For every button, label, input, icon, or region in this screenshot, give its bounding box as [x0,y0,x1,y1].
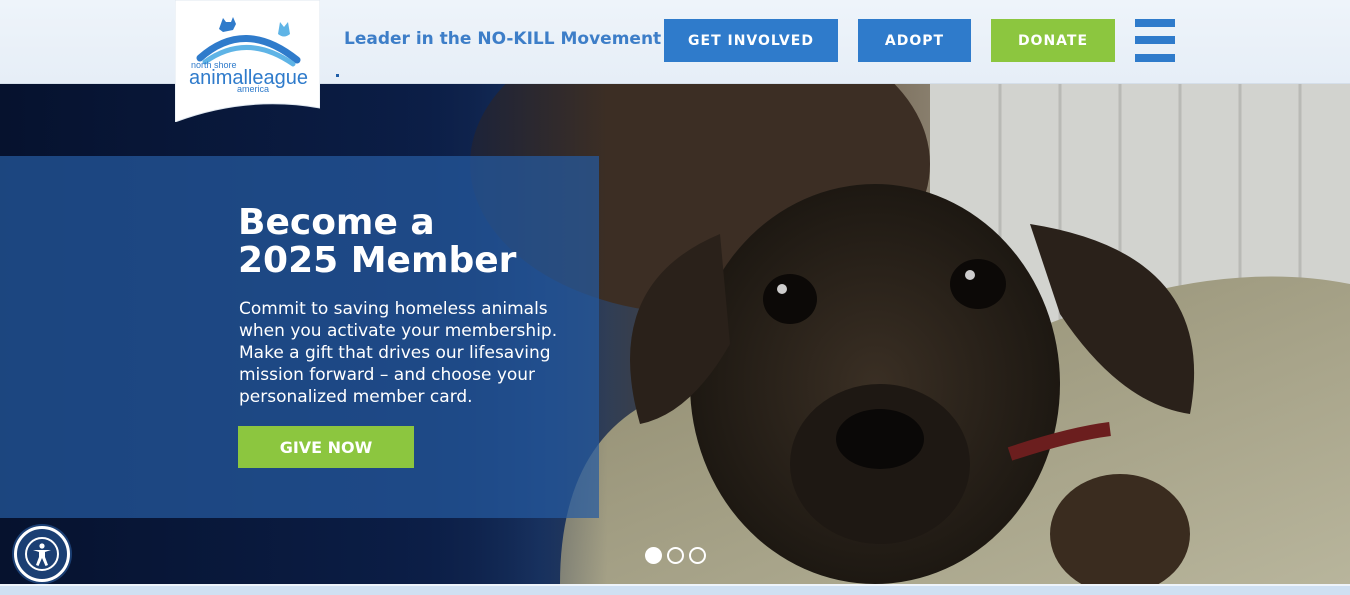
site-logo[interactable]: north shore animalleague america [174,0,321,123]
accessibility-icon [25,537,59,571]
hero-banner: Become a 2025 Member Commit to saving ho… [0,84,1350,584]
hero-title: Become a 2025 Member [238,204,578,280]
carousel-dot-2[interactable] [667,547,684,564]
carousel-dot-1[interactable] [645,547,662,564]
give-now-button[interactable]: GIVE NOW [238,426,414,468]
accessibility-button[interactable] [14,526,70,582]
hero-title-line2: 2025 Member [238,240,517,281]
get-involved-button[interactable]: GET INVOLVED [664,19,838,62]
header-tagline: Leader in the NO-KILL Movement [344,29,662,49]
adopt-button[interactable]: ADOPT [858,19,971,62]
logo-line3: america [237,84,269,94]
skip-link[interactable] [336,74,339,77]
hero-title-line1: Become a [238,202,435,243]
carousel-dot-3[interactable] [689,547,706,564]
footer-strip [0,584,1350,595]
donate-button[interactable]: DONATE [991,19,1115,62]
hero-body-text: Commit to saving homeless animals when y… [239,299,558,407]
hamburger-menu-icon[interactable] [1135,19,1175,62]
carousel-dots [645,547,706,564]
